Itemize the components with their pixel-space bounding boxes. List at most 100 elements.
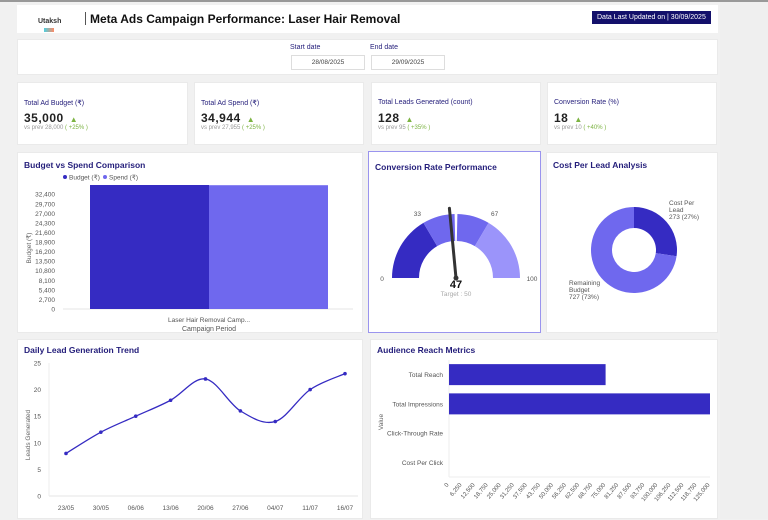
kpi-value: 35,000 <box>24 111 64 125</box>
trend-up-icon: ▲ <box>69 115 79 124</box>
kpi-change: ( +25% ) <box>65 125 88 131</box>
kpi-previous: vs prev 27,955 <box>201 125 241 131</box>
kpi-label: Total Ad Spend (₹) <box>201 100 260 107</box>
y-tick-label: 0 <box>51 307 55 314</box>
kpi-value: 128 <box>378 111 400 125</box>
data-point <box>133 414 138 418</box>
logo: Utaksh <box>38 10 62 32</box>
kpi-card: Conversion Rate (%) 18 ▲ vs prev 10 ( +40… <box>547 82 717 145</box>
x-tick-label: 23/05 <box>58 505 75 512</box>
x-tick-label: 16/07 <box>337 505 354 512</box>
y-tick-label: 10 <box>34 440 42 447</box>
y-axis-title: Budget (₹) <box>25 233 33 264</box>
kpi-change: ( +25% ) <box>242 125 265 131</box>
data-point <box>273 419 278 424</box>
x-tick-label: 13/06 <box>162 505 179 512</box>
y-tick-label: 21,600 <box>35 230 55 237</box>
kpi-value: 18 <box>554 111 569 125</box>
y-axis-title: Value <box>378 414 385 431</box>
y-axis-title: Leads Generated <box>25 410 32 461</box>
data-point <box>308 387 312 392</box>
x-tick-label: 0 <box>444 482 451 489</box>
donut-label: 273 (27%) <box>669 214 699 221</box>
y-tick-label: 25 <box>34 361 42 368</box>
end-date-input[interactable]: 29/09/2025 <box>371 55 445 70</box>
y-tick-label: 18,900 <box>35 240 55 247</box>
kpi-change: ( +40% ) <box>583 125 607 131</box>
x-tick-label: 04/07 <box>267 505 284 512</box>
budget-vs-spend-chart: 0 2,700 5,400 8,100 10,800 13,500 16,200 18,900… <box>25 174 353 333</box>
y-tick-label: 5 <box>37 467 41 474</box>
bar <box>449 364 606 386</box>
legend-marker <box>63 175 67 179</box>
gauge-value: 47 <box>450 279 462 291</box>
kpi-value: 34,944 <box>201 111 241 125</box>
y-tick-label: Total Reach <box>409 372 444 379</box>
donut-label: Lead <box>669 207 684 214</box>
y-tick-label: Total Impressions <box>392 401 443 408</box>
y-tick-label: Click-Through Rate <box>387 431 443 438</box>
bar <box>449 393 710 415</box>
gauge-tick-label: 100 <box>527 276 538 283</box>
donut-label: Remaining <box>569 280 600 287</box>
kpi-previous: vs prev 10 <box>554 125 582 131</box>
kpi-card: Total Leads Generated (count) 128 ▲ vs pr… <box>371 82 541 145</box>
trend-up-icon: ▲ <box>405 115 414 124</box>
kpi-label: Total Ad Budget (₹) <box>24 100 85 107</box>
page-title: Meta Ads Campaign Performance: Laser Hai… <box>90 12 401 26</box>
kpi-change: ( +35% ) <box>407 125 431 131</box>
start-date-input[interactable]: 28/08/2025 <box>291 55 365 70</box>
x-tick-label: 30/05 <box>93 505 110 512</box>
conversion-rate-card: Conversion Rate Performance 0 33 67 100 47 Ta… <box>368 151 541 333</box>
kpi-previous: vs prev 28,000 <box>24 125 64 131</box>
cost-per-lead-donut: Cost PerLead273 (27%) RemainingBudget727 … <box>569 200 699 301</box>
y-tick-label: 27,000 <box>35 211 55 218</box>
donut-label: Budget <box>569 287 590 294</box>
last-updated-badge: Data Last Updated on | 30/09/2025 <box>592 11 711 24</box>
bar-spend <box>209 185 328 309</box>
gauge-target: Target : 50 <box>441 291 472 298</box>
y-tick-label: Cost Per Click <box>402 460 444 467</box>
legend-label: Spend (₹) <box>109 174 138 182</box>
cost-per-lead-card: Cost Per Lead Analysis Cost Per Lead 273 (… <box>546 152 718 333</box>
legend-marker <box>103 175 107 179</box>
header: Utaksh Meta Ads Campaign Performance: La… <box>17 5 718 33</box>
kpi-card: Total Ad Spend (₹) 34,944 ▲ vs prev 27,95… <box>194 82 364 145</box>
right-gutter <box>720 2 768 519</box>
legend-label: Budget (₹) <box>69 174 100 182</box>
donut-label: 727 (73%) <box>569 294 599 301</box>
y-tick-label: 8,100 <box>39 278 56 285</box>
donut-label: Cost Per <box>669 200 695 207</box>
x-tick-label: 27/06 <box>232 505 249 512</box>
audience-reach-chart: Total Reach Total Impressions Click-Throug… <box>378 360 712 503</box>
conversion-gauge: 0 33 67 100 47Target : 50 <box>380 206 538 298</box>
y-tick-label: 20 <box>34 387 42 394</box>
y-tick-label: 32,400 <box>35 192 55 199</box>
y-tick-label: 5,400 <box>39 287 56 294</box>
data-point <box>64 451 68 456</box>
x-tick-label: 06/06 <box>128 505 145 512</box>
y-tick-label: 29,700 <box>35 201 55 208</box>
y-tick-label: 16,200 <box>35 249 55 256</box>
y-tick-label: 13,500 <box>35 259 55 266</box>
data-point <box>168 398 173 403</box>
date-filter-panel: Start date 28/08/2025 End date 29/09/202… <box>17 39 718 75</box>
kpi-label: Total Leads Generated (count) <box>378 99 473 106</box>
lead-trend-card: Daily Lead Generation Trend 0 5 10 15 20 25 23… <box>17 339 363 519</box>
kpi-label: Conversion Rate (%) <box>554 99 619 106</box>
budget-vs-spend-card: Budget vs Spend Comparison 0 2,700 5,400 8,… <box>17 152 363 333</box>
kpi-previous: vs prev 95 <box>378 125 406 131</box>
x-axis-title: Campaign Period <box>182 326 236 333</box>
x-tick-label: Laser Hair Removal Camp... <box>168 317 250 324</box>
audience-reach-card: Audience Reach Metrics Total Reach Total … <box>370 339 718 519</box>
y-tick-label: 0 <box>37 494 41 501</box>
data-point <box>203 377 208 381</box>
y-tick-label: 10,800 <box>35 268 55 275</box>
gauge-tick-label: 33 <box>414 211 422 218</box>
y-tick-label: 24,300 <box>35 220 55 227</box>
y-tick-label: 2,700 <box>39 297 56 304</box>
trend-up-icon: ▲ <box>246 115 256 124</box>
x-tick-label: 11/07 <box>302 505 318 512</box>
y-tick-label: 15 <box>34 414 42 421</box>
kpi-card: Total Ad Budget (₹) 35,000 ▲ vs prev 28,0… <box>17 82 188 145</box>
